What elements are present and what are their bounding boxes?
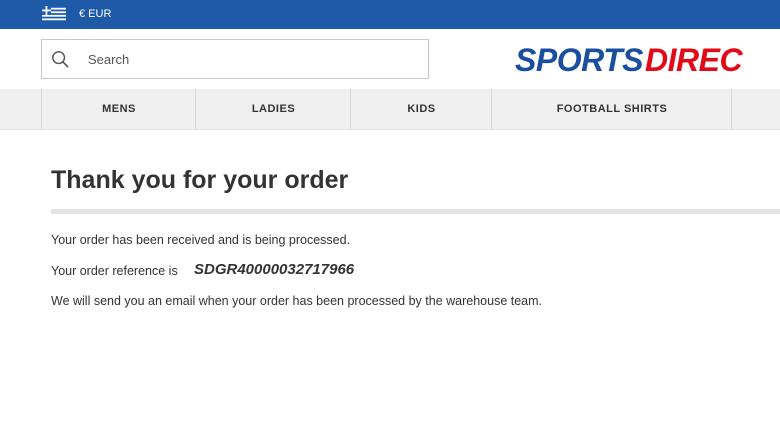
order-reference-number: SDGR40000032717966 <box>194 261 355 278</box>
search-input[interactable] <box>88 40 418 78</box>
currency-bar: € EUR <box>0 0 780 29</box>
sportsdirect-logo[interactable]: SPORTS DIREC <box>515 42 780 78</box>
search-bar[interactable] <box>41 39 429 79</box>
title-divider <box>51 209 780 214</box>
logo-text-sports: SPORTS <box>515 42 644 78</box>
category-nav: MENS LADIES KIDS FOOTBALL SHIRTS <box>0 89 780 130</box>
greece-flag-icon[interactable] <box>41 6 67 22</box>
order-received-message: Your order has been received and is bein… <box>51 233 351 247</box>
currency-selector[interactable]: € EUR <box>79 7 111 21</box>
email-notice-message: We will send you an email when your orde… <box>51 294 543 308</box>
nav-item-football-shirts[interactable]: FOOTBALL SHIRTS <box>491 89 732 129</box>
nav-item-ladies[interactable]: LADIES <box>195 89 351 129</box>
search-icon[interactable] <box>51 50 69 68</box>
page-title: Thank you for your order <box>51 166 349 194</box>
logo-text-direct: DIREC <box>645 42 743 78</box>
site-header: SPORTS DIREC <box>0 29 780 89</box>
nav-item-more[interactable] <box>731 89 780 129</box>
nav-item-kids[interactable]: KIDS <box>350 89 492 129</box>
order-reference-label: Your order reference is <box>51 264 178 278</box>
nav-item-mens[interactable]: MENS <box>41 89 196 129</box>
